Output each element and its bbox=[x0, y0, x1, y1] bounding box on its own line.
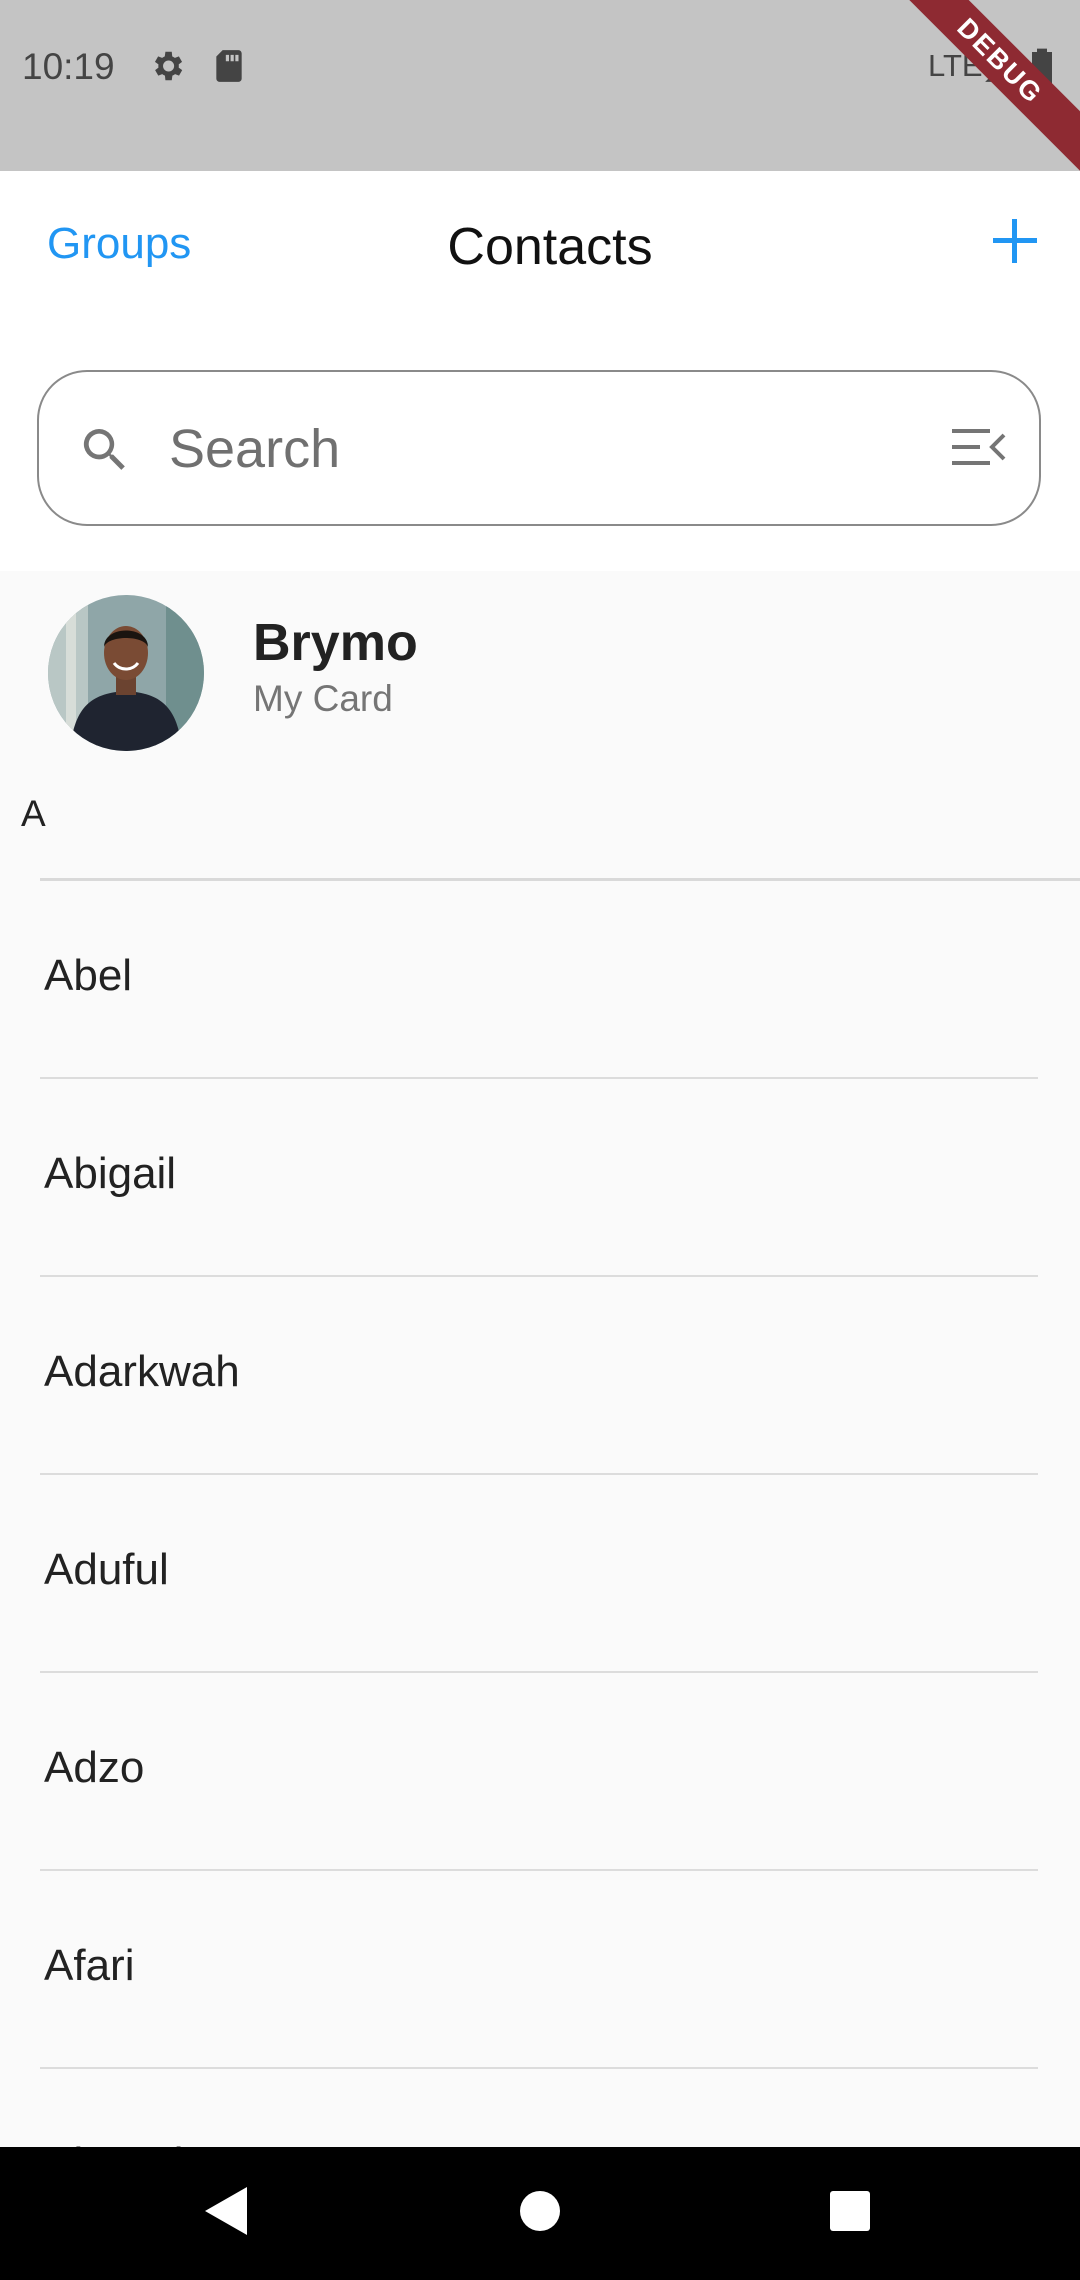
contact-name: Ahmed bbox=[44, 2139, 183, 2147]
list-item[interactable]: Abigail bbox=[0, 1079, 1080, 1277]
status-bar: 10:19 LTE DEBUG bbox=[0, 0, 1080, 171]
list-item[interactable]: Ahmed bbox=[0, 2069, 1080, 2147]
contact-name: Afari bbox=[44, 1941, 135, 1990]
home-icon[interactable] bbox=[519, 2185, 561, 2242]
list-item[interactable]: Aduful bbox=[0, 1475, 1080, 1673]
contact-name: Abel bbox=[44, 951, 133, 1000]
contact-name: Aduful bbox=[44, 1545, 169, 1594]
status-time: 10:19 bbox=[22, 46, 115, 87]
section-header: A bbox=[21, 793, 46, 834]
back-icon[interactable] bbox=[203, 2185, 249, 2242]
plus-icon bbox=[993, 219, 1037, 263]
header: Groups Contacts bbox=[0, 171, 1080, 571]
list-item[interactable]: Abel bbox=[0, 881, 1080, 1079]
gear-icon bbox=[148, 47, 186, 90]
list-item[interactable]: Afari bbox=[0, 1871, 1080, 2069]
debug-banner: DEBUG bbox=[879, 0, 1080, 171]
contact-name: Adarkwah bbox=[44, 1347, 240, 1396]
list-item[interactable]: Adzo bbox=[0, 1673, 1080, 1871]
recents-icon[interactable] bbox=[828, 2185, 872, 2242]
my-card[interactable]: Brymo My Card bbox=[0, 571, 1080, 761]
search-bar[interactable] bbox=[37, 370, 1041, 526]
add-contact-button[interactable] bbox=[985, 211, 1045, 271]
search-input[interactable] bbox=[167, 408, 961, 490]
page-title: Contacts bbox=[447, 218, 653, 276]
navigation-bar bbox=[0, 2147, 1080, 2280]
my-card-name: Brymo bbox=[253, 614, 418, 672]
list-item[interactable]: Adarkwah bbox=[0, 1277, 1080, 1475]
contact-list[interactable]: Abel Abigail Adarkwah Aduful Adzo Afari … bbox=[0, 881, 1080, 2147]
avatar bbox=[48, 595, 204, 751]
contact-name: Abigail bbox=[44, 1149, 177, 1198]
sd-card-icon bbox=[212, 47, 246, 90]
filter-list-icon[interactable] bbox=[952, 427, 1006, 472]
my-card-subtitle: My Card bbox=[253, 678, 393, 719]
contact-name: Adzo bbox=[44, 1743, 145, 1792]
search-icon bbox=[77, 422, 133, 483]
